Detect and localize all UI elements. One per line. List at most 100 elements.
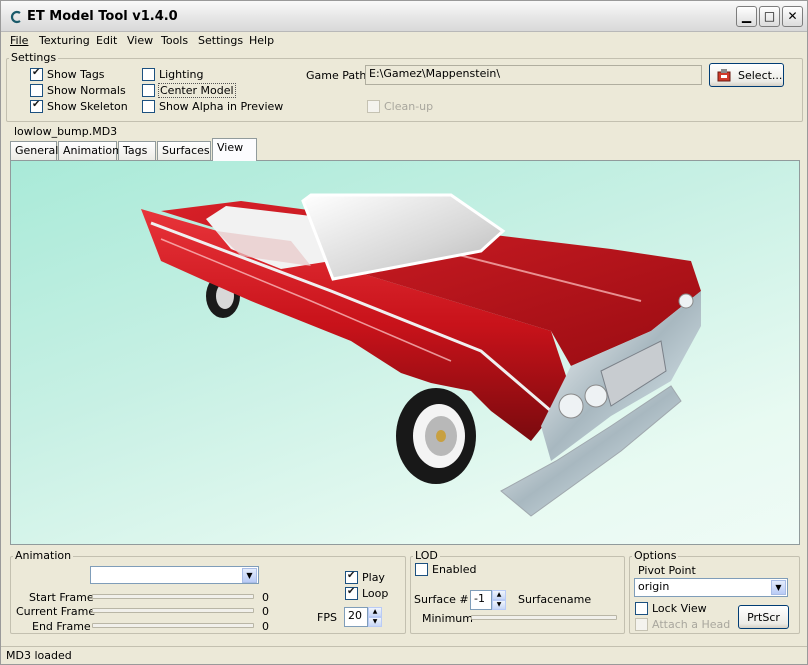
menu-file-label: File <box>10 34 29 47</box>
settings-group-label: Settings <box>9 51 59 64</box>
loop-label: Loop <box>362 587 389 600</box>
tab-animation[interactable]: Animation <box>58 141 120 160</box>
menu-edit-label: Edit <box>96 34 118 47</box>
game-path-label: Game Path <box>306 69 367 82</box>
show-alpha-checkbox[interactable] <box>142 100 155 113</box>
menu-help-label: Help <box>249 34 275 47</box>
window-title: ET Model Tool v1.4.0 <box>27 9 178 24</box>
select-button[interactable]: Select... <box>709 63 784 87</box>
minimize-icon: ▁ <box>741 9 752 23</box>
dropdown-arrow-icon: ▼ <box>242 568 257 583</box>
end-frame-label: End Frame <box>32 620 91 633</box>
car-model-render <box>141 193 701 517</box>
show-tags-checkbox[interactable] <box>30 67 43 81</box>
show-tags-label: Show Tags <box>47 68 105 81</box>
start-frame-slider[interactable] <box>92 594 254 599</box>
end-frame-slider[interactable] <box>92 623 254 628</box>
surface-number-field[interactable]: -1 <box>470 590 492 610</box>
status-text: MD3 loaded <box>6 649 72 662</box>
menu-settings[interactable]: Settings <box>198 34 243 47</box>
menu-file[interactable]: File <box>10 34 28 47</box>
minimize-button[interactable]: ▁ <box>736 6 757 27</box>
lod-enabled-label: Enabled <box>432 563 477 576</box>
close-button[interactable]: ✕ <box>782 6 803 27</box>
options-group-label: Options <box>632 549 679 562</box>
lod-minimum-label: Minimum <box>422 612 473 625</box>
tab-general-label: General <box>15 144 59 157</box>
cleanup-checkbox[interactable] <box>367 100 380 113</box>
fps-field[interactable]: 20 <box>344 607 368 627</box>
surface-number-label: Surface # <box>414 593 469 606</box>
tab-animation-label: Animation <box>63 144 120 157</box>
maximize-button[interactable]: □ <box>759 6 780 27</box>
title-bar[interactable]: ET Model Tool v1.4.0 ▁ □ ✕ <box>1 1 807 32</box>
menu-settings-label: Settings <box>198 34 244 47</box>
attach-head-checkbox[interactable] <box>635 618 648 631</box>
fps-up-icon[interactable]: ▲ <box>368 607 382 617</box>
pivot-point-label: Pivot Point <box>638 564 696 577</box>
menu-view[interactable]: View <box>127 34 153 47</box>
center-model-label: Center Model <box>158 83 236 98</box>
current-frame-label: Current Frame <box>16 605 96 618</box>
select-button-label: Select... <box>738 69 783 82</box>
app-window: ET Model Tool v1.4.0 ▁ □ ✕ File Texturin… <box>0 0 808 665</box>
current-frame-value: 0 <box>262 605 269 618</box>
lod-minimum-slider[interactable] <box>471 615 617 620</box>
tab-view-label: View <box>217 141 244 154</box>
prtscr-button[interactable]: PrtScr <box>738 605 789 629</box>
menu-help[interactable]: Help <box>249 34 274 47</box>
animation-group-label: Animation <box>13 549 74 562</box>
menu-tools-label: Tools <box>161 34 189 47</box>
animation-select[interactable]: ▼ <box>90 566 259 584</box>
tab-general[interactable]: General <box>10 141 59 160</box>
close-icon: ✕ <box>787 9 798 23</box>
attach-head-label: Attach a Head <box>652 618 731 631</box>
tab-tags[interactable]: Tags <box>118 141 156 160</box>
lighting-checkbox[interactable] <box>142 68 155 81</box>
start-frame-value: 0 <box>262 591 269 604</box>
app-icon <box>10 10 21 24</box>
lighting-label: Lighting <box>159 68 204 81</box>
show-skeleton-checkbox[interactable] <box>30 99 43 113</box>
pivot-point-select[interactable]: origin ▼ <box>634 578 788 597</box>
menu-tools[interactable]: Tools <box>161 34 188 47</box>
lod-enabled-checkbox[interactable] <box>415 563 428 576</box>
lod-group-label: LOD <box>413 549 440 562</box>
start-frame-label: Start Frame <box>29 591 94 604</box>
model-file-label: lowlow_bump.MD3 <box>14 125 118 138</box>
surfacename-label: Surfacename <box>518 593 592 606</box>
loop-checkbox[interactable] <box>345 586 358 600</box>
fps-down-icon[interactable]: ▼ <box>368 617 382 627</box>
lock-view-checkbox[interactable] <box>635 602 648 615</box>
game-path-field[interactable]: E:\Gamez\Mappenstein\ <box>365 65 702 85</box>
surface-down-icon[interactable]: ▼ <box>492 600 506 610</box>
model-viewport[interactable] <box>10 160 800 545</box>
play-label: Play <box>362 571 385 584</box>
cleanup-label: Clean-up <box>384 100 434 113</box>
show-alpha-label: Show Alpha in Preview <box>159 100 284 113</box>
end-frame-value: 0 <box>262 620 269 633</box>
show-normals-checkbox[interactable] <box>30 84 43 97</box>
tab-surfaces-label: Surfaces <box>162 144 210 157</box>
maximize-icon: □ <box>763 9 776 23</box>
status-bar: MD3 loaded <box>1 646 807 665</box>
show-skeleton-label: Show Skeleton <box>47 100 128 113</box>
tab-tags-label: Tags <box>123 144 148 157</box>
play-checkbox[interactable] <box>345 570 358 584</box>
prtscr-button-label: PrtScr <box>747 611 780 624</box>
lock-view-label: Lock View <box>652 602 707 615</box>
tab-surfaces[interactable]: Surfaces <box>157 141 211 160</box>
folder-chip-icon <box>717 69 731 82</box>
menu-bar: File Texturing Edit View Tools Settings … <box>1 32 807 50</box>
tab-view[interactable]: View <box>212 138 257 161</box>
fps-label: FPS <box>317 611 337 624</box>
surface-up-icon[interactable]: ▲ <box>492 590 506 600</box>
current-frame-slider[interactable] <box>92 608 254 613</box>
show-normals-label: Show Normals <box>47 84 126 97</box>
pivot-point-value: origin <box>638 580 670 593</box>
center-model-checkbox[interactable] <box>142 84 155 97</box>
dropdown-arrow-icon: ▼ <box>771 580 786 595</box>
menu-view-label: View <box>127 34 154 47</box>
menu-texturing[interactable]: Texturing <box>39 34 90 47</box>
menu-edit[interactable]: Edit <box>96 34 117 47</box>
